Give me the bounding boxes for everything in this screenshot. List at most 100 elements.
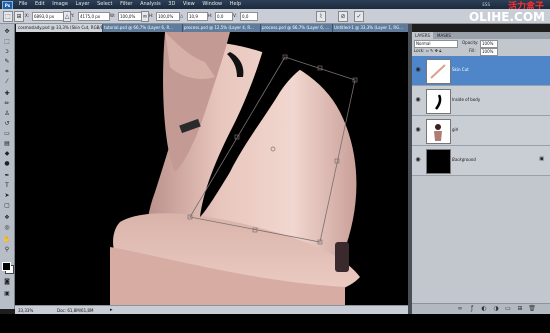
lasso-tool-icon[interactable]: ↄ [2,48,12,56]
opacity-field[interactable]: 100% [480,40,498,48]
doc-tab-cosmoslady[interactable]: cosmoslady.psd @ 33,3% (Skin Cut, RGB/8*… [16,24,103,32]
history-brush-tool-icon[interactable]: ↺ [2,120,12,128]
tab-masks[interactable]: MASKS [434,32,454,39]
reference-point-icon[interactable]: ⊞ [14,11,24,22]
angle-icon: △ [180,13,184,18]
type-tool-icon[interactable]: T [2,182,12,190]
tab-layers[interactable]: LAYERS [412,32,434,39]
adjustment-layer-icon[interactable]: ◑ [492,305,500,313]
h-skew-field[interactable]: 0,0 [215,12,233,21]
v-skew-field[interactable]: 0,0 [240,12,258,21]
layer-row-skin-cut[interactable]: ◉ Skin Cut [412,56,550,86]
lock-icons[interactable]: ▫ ✎ ✥ 🔒︎ [426,47,441,54]
3d-rotate-tool-icon[interactable]: ❖ [2,214,12,222]
doc-tab-process-2[interactable]: process.psd @ 66,7% (Layer 6, ... [260,24,333,32]
screen-mode-icon[interactable]: ▣ [2,290,12,298]
visibility-eye-icon[interactable]: ◉ [414,126,422,134]
add-mask-icon[interactable]: ◐ [480,305,488,313]
delete-layer-icon[interactable]: 🗑︎ [528,305,536,313]
lock-icon: ▣ [539,156,544,162]
menu-list: File Edit Image Layer Select Filter Anal… [16,0,244,9]
commit-transform-icon[interactable]: ✓ [354,11,364,22]
relative-position-icon[interactable]: △ [63,11,71,22]
angle-field[interactable]: 10,9 [187,12,208,21]
document-canvas[interactable] [15,32,408,305]
toolbox: ✥ ⬚ ↄ ✎ ⌗ ⁄ ✚ ✏ ♙ ↺ ▭ ▤ ◆ ● ✒ T ➤ ▢ ❖ ◎ … [0,24,15,309]
brush-tool-icon[interactable]: ✏ [2,100,12,108]
menu-view[interactable]: View [180,0,198,9]
layer-name[interactable]: Background [452,157,476,163]
layer-name[interactable]: Skin Cut [452,67,469,73]
hand-tool-icon[interactable]: ✋ [2,236,12,244]
crop-tool-icon[interactable]: ⌗ [2,68,12,76]
layer-thumbnail [426,149,451,174]
quick-mask-icon[interactable]: ◙ [2,278,12,286]
doc-tab-untitled[interactable]: Untitled-1 @ 33,3% (Layer 1, RG... [332,24,411,32]
shape-tool-icon[interactable]: ▢ [2,202,12,210]
menu-layer[interactable]: Layer [73,0,93,9]
warp-icon[interactable]: ⌇ [316,11,326,22]
menu-filter[interactable]: Filter [117,0,135,9]
width-field[interactable]: 100,0% [118,12,142,21]
foreground-color-swatch[interactable] [2,262,11,271]
pen-tool-icon[interactable]: ✒ [2,172,12,180]
eraser-tool-icon[interactable]: ▭ [2,130,12,138]
h-label: H: [149,13,154,18]
menu-edit[interactable]: Edit [32,0,48,9]
zoom-tool-icon[interactable]: ⚲ [2,246,12,254]
x-field[interactable]: 6893,0 px [32,12,64,21]
menu-image[interactable]: Image [49,0,71,9]
eyedropper-tool-icon[interactable]: ⁄ [2,78,12,86]
move-tool-icon[interactable]: ✥ [2,28,12,36]
layer-row-girl[interactable]: ◉ girl [412,116,550,146]
healing-brush-tool-icon[interactable]: ✚ [2,90,12,98]
menu-file[interactable]: File [16,0,30,9]
skin-cut-thumb-art [430,64,446,79]
doc-tab-tutorial[interactable]: tutorial.psd @ 66,7% (Layer 6, R... [102,24,183,32]
dodge-tool-icon[interactable]: ● [2,160,12,168]
layer-thumbnail [426,119,451,144]
h-skew-label: H: [208,13,213,18]
height-field[interactable]: 100,0% [156,12,180,21]
clone-stamp-tool-icon[interactable]: ♙ [2,110,12,118]
visibility-eye-icon[interactable]: ◉ [414,96,422,104]
layer-name[interactable]: Inside of body [452,97,480,103]
visibility-eye-icon[interactable]: ◉ [414,156,422,164]
cancel-transform-icon[interactable]: ⊘ [338,11,348,22]
new-layer-icon[interactable]: ⊞ [516,305,524,313]
inside-body-thumb-art [435,94,442,110]
menu-select[interactable]: Select [94,0,115,9]
menu-analysis[interactable]: Analysis [137,0,164,9]
menu-bar: Ps File Edit Image Layer Select Filter A… [0,0,550,12]
quick-select-tool-icon[interactable]: ✎ [2,58,12,66]
workspace-label[interactable]: ESS [482,2,490,7]
link-layers-icon[interactable]: ∞ [456,305,464,313]
girl-thumb-art [434,124,442,141]
x-label: X: [25,13,30,18]
layer-style-icon[interactable]: ƒ [468,305,476,313]
transform-tool-icon[interactable]: ⬚ [3,11,13,22]
fill-label: Fill: [469,48,476,53]
lock-label: Lock: [414,48,425,53]
menu-help[interactable]: Help [227,0,244,9]
path-select-tool-icon[interactable]: ➤ [2,192,12,200]
menu-3d[interactable]: 3D [165,0,178,9]
blur-tool-icon[interactable]: ◆ [2,150,12,158]
3d-camera-tool-icon[interactable]: ◎ [2,224,12,232]
new-group-icon[interactable]: ▭ [504,305,512,313]
marquee-tool-icon[interactable]: ⬚ [2,38,12,46]
v-skew-label: V: [233,13,237,18]
fill-field[interactable]: 100% [480,48,498,56]
layer-row-background[interactable]: ◉ Background ▣ [412,146,550,176]
y-field[interactable]: 4175,0 px [78,12,110,21]
link-icon[interactable]: ∞ [141,11,149,22]
canvas-artwork[interactable] [15,32,408,305]
layer-name[interactable]: girl [452,127,458,133]
document-tabs: cosmoslady.psd @ 33,3% (Skin Cut, RGB/8*… [16,24,411,32]
gradient-tool-icon[interactable]: ▤ [2,140,12,148]
menu-window[interactable]: Window [199,0,225,9]
w-label: W: [110,13,116,18]
doc-tab-process-1[interactable]: process.psd @ 12,5% (Layer 4, R... [182,24,261,32]
layer-row-inside-of-body[interactable]: ◉ Inside of body [412,86,550,116]
visibility-eye-icon[interactable]: ◉ [414,66,422,74]
